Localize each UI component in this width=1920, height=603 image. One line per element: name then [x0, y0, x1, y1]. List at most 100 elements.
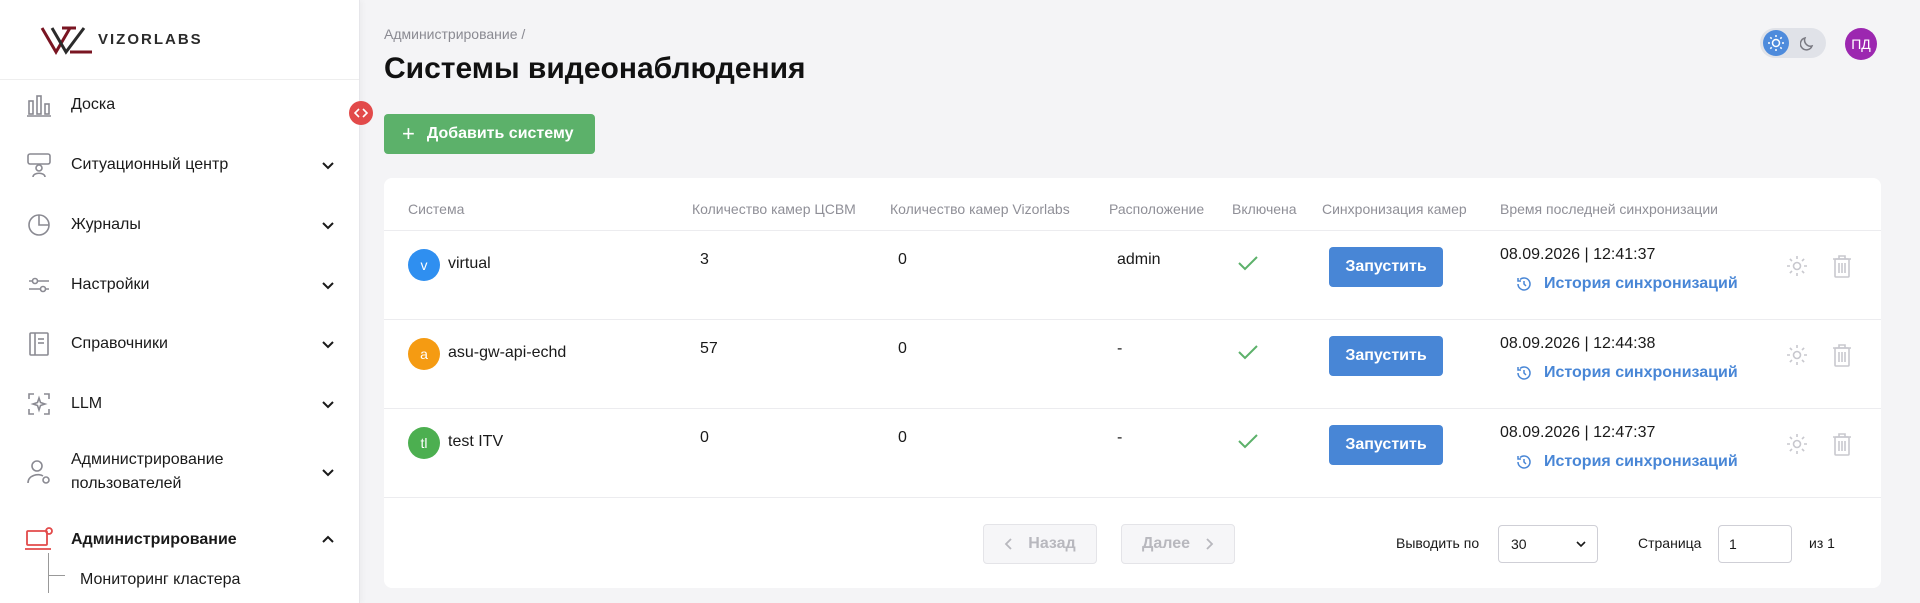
sidebar-item-situation-center[interactable]: Ситуационный центр [0, 149, 360, 181]
sidebar-collapse-button[interactable] [349, 101, 373, 125]
plus-icon: + [402, 121, 415, 146]
table-row: tl test ITV 0 0 - Запустить 08.09.2026 |… [384, 408, 1881, 497]
prev-page-button[interactable]: Назад [983, 524, 1097, 564]
trash-icon[interactable] [1829, 253, 1855, 279]
add-system-label: Добавить систему [426, 125, 574, 142]
sidebar-item-llm[interactable]: LLM [0, 388, 360, 420]
gear-icon[interactable] [1784, 431, 1810, 457]
column-header: Включена [1232, 201, 1297, 217]
theme-toggle[interactable] [1760, 28, 1826, 58]
sliders-icon [24, 270, 54, 300]
location: admin [1117, 251, 1161, 268]
history-icon [1517, 366, 1531, 380]
gear-icon[interactable] [1784, 253, 1810, 279]
sync-history-link[interactable]: История синхронизаций [1516, 453, 1738, 471]
page-number-input[interactable] [1718, 525, 1792, 563]
chevron-down-icon [322, 222, 334, 230]
system-avatar: a [408, 338, 440, 370]
user-avatar[interactable]: ПД [1845, 28, 1877, 60]
sidebar-item-label: Настройки [71, 276, 150, 293]
chevron-down-icon [1576, 541, 1586, 548]
history-icon [1517, 455, 1531, 469]
sync-history-label: История синхронизаций [1544, 453, 1738, 470]
next-label: Далее [1141, 535, 1191, 552]
chevron-right-icon [1206, 538, 1214, 550]
table-row: a asu-gw-api-echd 57 0 - Запустить 08.09… [384, 319, 1881, 408]
sidebar-item-label: Справочники [71, 335, 168, 352]
location: - [1117, 429, 1123, 446]
sidebar-subitem-cluster-monitoring[interactable]: Мониторинг кластера [48, 553, 348, 603]
sync-history-link[interactable]: История синхронизаций [1516, 275, 1738, 293]
per-page-label: Выводить по [1396, 535, 1480, 551]
pie-chart-icon [24, 210, 54, 240]
prev-label: Назад [1028, 535, 1076, 552]
sync-history-link[interactable]: История синхронизаций [1516, 364, 1738, 382]
cams-csvm: 57 [700, 340, 718, 357]
situation-center-icon [24, 150, 54, 180]
column-header: Расположение [1109, 201, 1205, 217]
last-sync-time: 08.09.2026 | 12:41:37 [1500, 246, 1656, 263]
sidebar-item-admin[interactable]: Администрирование [0, 524, 360, 556]
system-name: virtual [448, 255, 491, 272]
chevron-left-icon [1004, 538, 1012, 550]
last-sync-time: 08.09.2026 | 12:47:37 [1500, 424, 1656, 441]
check-icon [1238, 256, 1258, 271]
run-sync-button[interactable]: Запустить [1329, 247, 1443, 287]
breadcrumb[interactable]: Администрирование / [384, 26, 525, 42]
per-page-select[interactable]: 30 [1498, 525, 1598, 563]
tree-connector [48, 553, 66, 593]
user-settings-icon [24, 457, 54, 487]
sidebar-item-references[interactable]: Справочники [0, 328, 360, 360]
chevron-down-icon [322, 469, 334, 477]
chevron-down-icon [322, 401, 334, 409]
chevron-down-icon [322, 282, 334, 290]
trash-icon[interactable] [1829, 431, 1855, 457]
table-bottom-divider [384, 497, 1881, 498]
sparkle-icon [24, 389, 54, 419]
sidebar-item-label: Журналы [71, 216, 141, 233]
location: - [1117, 340, 1123, 357]
trash-icon[interactable] [1829, 342, 1855, 368]
gear-icon[interactable] [1784, 342, 1810, 368]
vizorlabs-logo-icon [40, 26, 92, 55]
add-system-button[interactable]: + Добавить систему [384, 114, 595, 154]
system-avatar: tl [408, 427, 440, 459]
systems-table: Система Количество камер ЦСВМ Количество… [384, 178, 1881, 588]
moon-icon[interactable] [1795, 30, 1821, 56]
page-title: Системы видеонаблюдения [384, 52, 806, 85]
system-avatar: v [408, 249, 440, 281]
table-row: v virtual 3 0 admin Запустить 08.09.2026… [384, 230, 1881, 319]
chevron-down-icon [322, 341, 334, 349]
cams-vizorlabs: 0 [898, 251, 907, 268]
logo[interactable]: VIZORLABS [0, 0, 359, 80]
chevron-down-icon [322, 162, 334, 170]
system-name: asu-gw-api-echd [448, 344, 567, 361]
check-icon [1238, 345, 1258, 360]
per-page-value: 30 [1511, 536, 1527, 552]
page-total-label: из 1 [1809, 535, 1835, 551]
code-arrows-icon [354, 108, 368, 118]
run-sync-button[interactable]: Запустить [1329, 336, 1443, 376]
last-sync-time: 08.09.2026 | 12:44:38 [1500, 335, 1656, 352]
sun-icon[interactable] [1763, 30, 1789, 56]
cams-csvm: 3 [700, 251, 709, 268]
sidebar-item-settings[interactable]: Настройки [0, 269, 360, 301]
column-header: Количество камер ЦСВМ [692, 201, 856, 217]
sidebar-subitem-label: Мониторинг кластера [80, 571, 241, 588]
logo-text: VIZORLABS [98, 31, 203, 48]
column-header: Система [408, 201, 465, 217]
column-header: Количество камер Vizorlabs [890, 201, 1070, 217]
next-page-button[interactable]: Далее [1121, 524, 1235, 564]
sidebar-item-user-admin[interactable]: Администрирование пользователей [0, 446, 360, 498]
cams-vizorlabs: 0 [898, 340, 907, 357]
sync-history-label: История синхронизаций [1544, 364, 1738, 381]
sidebar-item-journals[interactable]: Журналы [0, 209, 360, 241]
run-sync-button[interactable]: Запустить [1329, 425, 1443, 465]
system-name: test ITV [448, 433, 504, 450]
sidebar-item-label: Администрирование пользователей [71, 451, 224, 492]
admin-laptop-icon [24, 525, 54, 555]
page-label: Страница [1638, 535, 1702, 551]
sidebar-item-dashboard[interactable]: Доска [0, 89, 360, 121]
column-header: Синхронизация камер [1322, 201, 1467, 217]
sidebar: VIZORLABS Доска Ситуационный центр Журна… [0, 0, 360, 603]
